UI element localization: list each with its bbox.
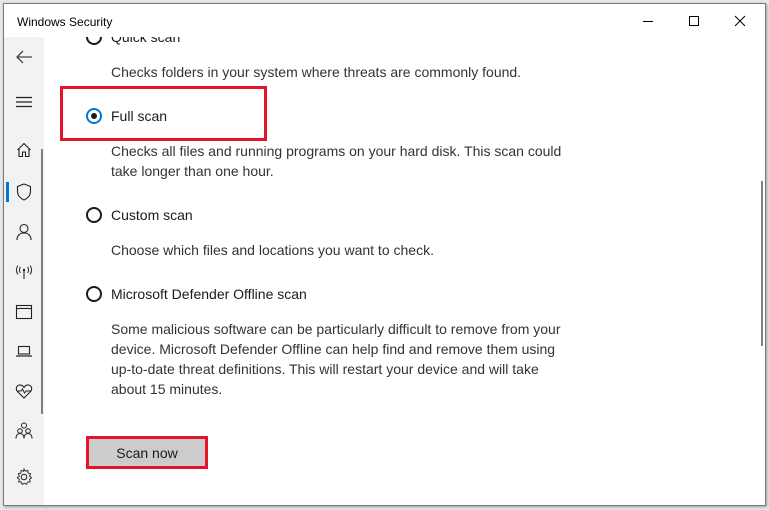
radio-button[interactable] [86, 286, 102, 302]
browser-window-icon [15, 304, 33, 320]
shield-icon [16, 183, 32, 201]
sidebar [4, 37, 44, 505]
radio-option-quick-scan[interactable]: Quick scan [86, 37, 180, 45]
sidebar-item-home[interactable] [4, 132, 44, 168]
sidebar-item-family-options[interactable] [4, 413, 44, 449]
sidebar-item-settings[interactable] [4, 459, 44, 495]
maximize-icon [689, 15, 699, 26]
close-button[interactable] [717, 4, 763, 37]
title-bar: Windows Security [4, 4, 765, 37]
back-arrow-icon [16, 50, 32, 64]
sidebar-scrollbar[interactable] [41, 149, 43, 414]
radio-button[interactable] [86, 37, 102, 45]
close-icon [734, 15, 746, 26]
sidebar-item-device-security[interactable] [4, 333, 44, 369]
window-title: Windows Security [17, 15, 113, 29]
sidebar-item-account-protection[interactable] [4, 214, 44, 250]
laptop-icon [16, 345, 32, 357]
back-button[interactable] [4, 39, 44, 75]
option-label: Quick scan [111, 37, 181, 45]
option-description: Checks folders in your system where thre… [111, 64, 522, 80]
scan-now-button[interactable]: Scan now [86, 436, 208, 469]
wireless-antenna-icon [15, 265, 33, 279]
sidebar-item-virus-threat-protection[interactable] [4, 174, 44, 210]
option-description: Checks all files and running programs on… [111, 143, 562, 179]
gear-icon [16, 468, 33, 486]
sidebar-item-device-performance-health[interactable] [4, 373, 44, 409]
radio-option-custom-scan[interactable]: Custom scan [86, 207, 193, 223]
content-scrollbar[interactable] [761, 181, 763, 346]
family-icon [15, 422, 33, 439]
option-label: Microsoft Defender Offline scan [111, 286, 307, 302]
radio-button-selected[interactable] [86, 108, 102, 124]
menu-button[interactable] [4, 84, 44, 120]
option-description: Some malicious software can be particula… [111, 321, 561, 397]
hamburger-menu-icon [16, 96, 32, 108]
sidebar-item-firewall-network-protection[interactable] [4, 254, 44, 290]
minimize-icon [643, 20, 653, 22]
maximize-button[interactable] [671, 4, 717, 37]
person-icon [16, 223, 32, 241]
radio-option-defender-offline-scan[interactable]: Microsoft Defender Offline scan [86, 286, 307, 302]
option-description: Choose which files and locations you wan… [111, 242, 434, 258]
scan-options-content: Quick scan Checks folders in your system… [44, 37, 765, 505]
windows-security-window: Windows Security Quick scan Checks folde… [3, 3, 766, 506]
home-icon [17, 142, 31, 158]
sidebar-item-app-browser-control[interactable] [4, 294, 44, 330]
minimize-button[interactable] [625, 4, 671, 37]
radio-option-full-scan[interactable]: Full scan [86, 108, 167, 124]
heart-pulse-icon [15, 384, 33, 399]
radio-button[interactable] [86, 207, 102, 223]
option-label: Custom scan [111, 207, 193, 223]
option-label: Full scan [111, 108, 168, 124]
